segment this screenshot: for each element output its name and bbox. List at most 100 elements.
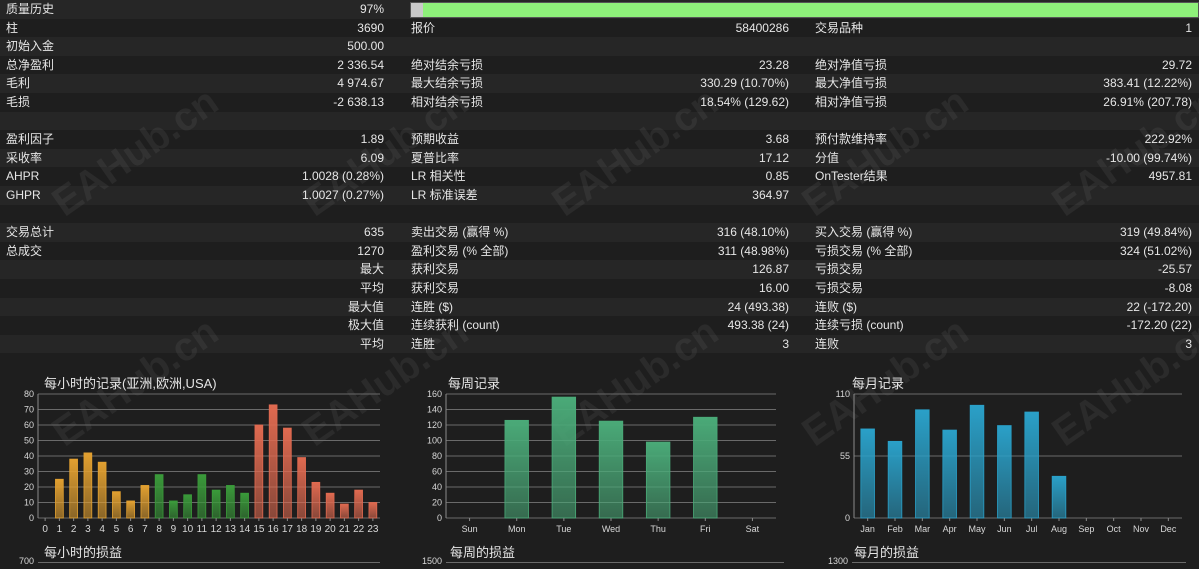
x-tick-label: 22 bbox=[353, 524, 365, 535]
stat-value: 311 (48.98%) bbox=[717, 243, 789, 258]
x-tick-label: 14 bbox=[239, 524, 251, 535]
stat-value: -172.20 (22) bbox=[1126, 318, 1192, 333]
stat-label: 获利交易 bbox=[411, 280, 460, 295]
stat-label bbox=[6, 260, 146, 279]
bar bbox=[340, 503, 349, 519]
stat-value: 1.89 bbox=[360, 132, 384, 147]
stats-row: 采收率 6.09 夏普比率 17.12 分值 -10.00 (99.74%) bbox=[0, 148, 1199, 168]
stat-value: 4 974.67 bbox=[337, 76, 384, 91]
stat-label: 相对结余亏损 bbox=[411, 94, 484, 109]
bar bbox=[887, 440, 903, 519]
pnl-grid-line bbox=[38, 562, 380, 563]
stat-value: 316 (48.10%) bbox=[716, 225, 789, 240]
y-tick-label: 100 bbox=[427, 436, 442, 446]
stat-value: 500.00 bbox=[347, 39, 384, 54]
x-tick-label: Sun bbox=[462, 524, 478, 534]
stat-label bbox=[6, 205, 146, 224]
bar bbox=[325, 492, 335, 519]
y-tick-label: 60 bbox=[24, 420, 34, 430]
stat-label: 亏损交易 (% 全部) bbox=[815, 243, 913, 258]
bar bbox=[154, 474, 164, 519]
bar bbox=[354, 489, 363, 519]
weekly-records-title: 每周记录 bbox=[448, 376, 501, 391]
stat-value: 493.38 (24) bbox=[727, 318, 789, 333]
stat-value: 4957.81 bbox=[1148, 169, 1192, 184]
y-tick-label: 120 bbox=[427, 420, 442, 430]
bar bbox=[211, 489, 221, 519]
stat-value: 364.97 bbox=[752, 187, 789, 202]
y-tick-label: 40 bbox=[432, 482, 442, 492]
pnl-chart: 每月的损益 1300 bbox=[812, 540, 1199, 566]
stat-value bbox=[150, 205, 384, 224]
x-tick-label: Jan bbox=[860, 524, 875, 534]
bar bbox=[504, 419, 529, 519]
x-tick-label: Wed bbox=[602, 524, 620, 534]
stat-label: 亏损交易 bbox=[815, 262, 864, 277]
stat-value: 383.41 (12.22%) bbox=[1103, 76, 1192, 91]
quality-label: 质量历史 bbox=[6, 2, 55, 16]
pnl-chart: 每周的损益 1500 bbox=[410, 540, 800, 566]
stat-label: 预付款维持率 bbox=[815, 132, 888, 147]
stat-label: OnTester结果 bbox=[815, 169, 888, 184]
stat-value: 3 bbox=[1185, 336, 1192, 351]
stat-label bbox=[6, 112, 146, 131]
stat-value: 最大 bbox=[359, 262, 384, 277]
stat-value: 23.28 bbox=[758, 57, 789, 72]
pnl-chart: 每小时的损益 700 bbox=[6, 540, 396, 566]
y-tick-label: 0 bbox=[29, 513, 34, 523]
stat-label: 预期收益 bbox=[411, 132, 460, 147]
pnl-y-tick-label: 1500 bbox=[421, 556, 442, 566]
stat-value: -10.00 (99.74%) bbox=[1105, 150, 1192, 165]
y-tick-label: 80 bbox=[432, 451, 442, 461]
stat-value: 3 bbox=[782, 336, 789, 351]
stats-row bbox=[0, 204, 1199, 224]
stat-label: 盈利因子 bbox=[6, 132, 55, 147]
y-tick-label: 0 bbox=[845, 513, 850, 523]
weekly-records-chart: 每周记录 0 20 40 60 80 100 120 140 160 Sun Mon Tue Wed Th… bbox=[410, 370, 800, 566]
stat-value: 330.29 (10.70%) bbox=[700, 76, 789, 91]
stat-label: 总净盈利 bbox=[6, 57, 55, 72]
bar bbox=[183, 494, 192, 519]
stat-label: 连败 ($) bbox=[815, 299, 858, 314]
y-tick-label: 40 bbox=[24, 451, 34, 461]
monthly-records-title: 每月记录 bbox=[852, 376, 905, 391]
stats-row: 最大值 连胜 ($) 24 (493.38) 连败 ($) 22 (-172.20) bbox=[0, 297, 1199, 317]
y-tick-label: 10 bbox=[24, 498, 34, 508]
bar bbox=[55, 478, 64, 519]
x-tick-label: Apr bbox=[943, 524, 957, 534]
stat-label: 相对净值亏损 bbox=[815, 94, 888, 109]
x-tick-label: 4 bbox=[99, 524, 105, 535]
y-tick-label: 80 bbox=[24, 389, 34, 399]
y-tick-label: 20 bbox=[24, 482, 34, 492]
stat-label: AHPR bbox=[6, 169, 40, 184]
stat-value: 126.87 bbox=[752, 262, 789, 277]
stat-value: -8.08 bbox=[1164, 280, 1192, 295]
pnl-y-tick-label: 1300 bbox=[827, 556, 848, 566]
stat-value: 6.09 bbox=[360, 150, 384, 165]
bar bbox=[645, 441, 671, 519]
stat-value bbox=[600, 37, 789, 56]
stat-value: -25.57 bbox=[1157, 262, 1192, 277]
x-tick-label: 15 bbox=[253, 524, 265, 535]
stats-row: GHPR 1.0027 (0.27%) LR 标准误差 364.97 bbox=[0, 185, 1199, 205]
bar bbox=[860, 428, 875, 519]
stats-row: 总净盈利 2 336.54 绝对结余亏损 23.28 绝对净值亏损 29.72 bbox=[0, 55, 1199, 75]
stat-label bbox=[815, 37, 1005, 56]
y-tick-label: 20 bbox=[432, 498, 442, 508]
stats-row: 盈利因子 1.89 预期收益 3.68 预付款维持率 222.92% bbox=[0, 130, 1199, 149]
y-tick-label: 55 bbox=[840, 451, 850, 461]
hourly-records-svg: 010203040506070800 1 2 3 4 5 6 7 8 9 10 11 12 13 14 15 1… bbox=[24, 389, 380, 535]
x-tick-label: 20 bbox=[325, 524, 337, 535]
stat-value: 平均 bbox=[359, 280, 384, 295]
x-tick-label: 13 bbox=[225, 524, 237, 535]
stat-value bbox=[1000, 205, 1192, 224]
bar bbox=[1051, 475, 1067, 519]
stat-label: 绝对结余亏损 bbox=[411, 57, 484, 72]
stat-value: 222.92% bbox=[1144, 132, 1192, 147]
x-tick-label: Sep bbox=[1078, 524, 1094, 534]
hourly-records-title: 每小时的记录(亚洲,欧洲,USA) bbox=[44, 376, 217, 391]
monthly-records-svg: 0 55 110 Jan Feb Mar Apr May Jun Jul Aug Sep Oct Nov D… bbox=[836, 389, 1182, 534]
x-tick-label: 6 bbox=[128, 524, 134, 535]
bar bbox=[254, 424, 264, 519]
bar bbox=[551, 396, 577, 519]
